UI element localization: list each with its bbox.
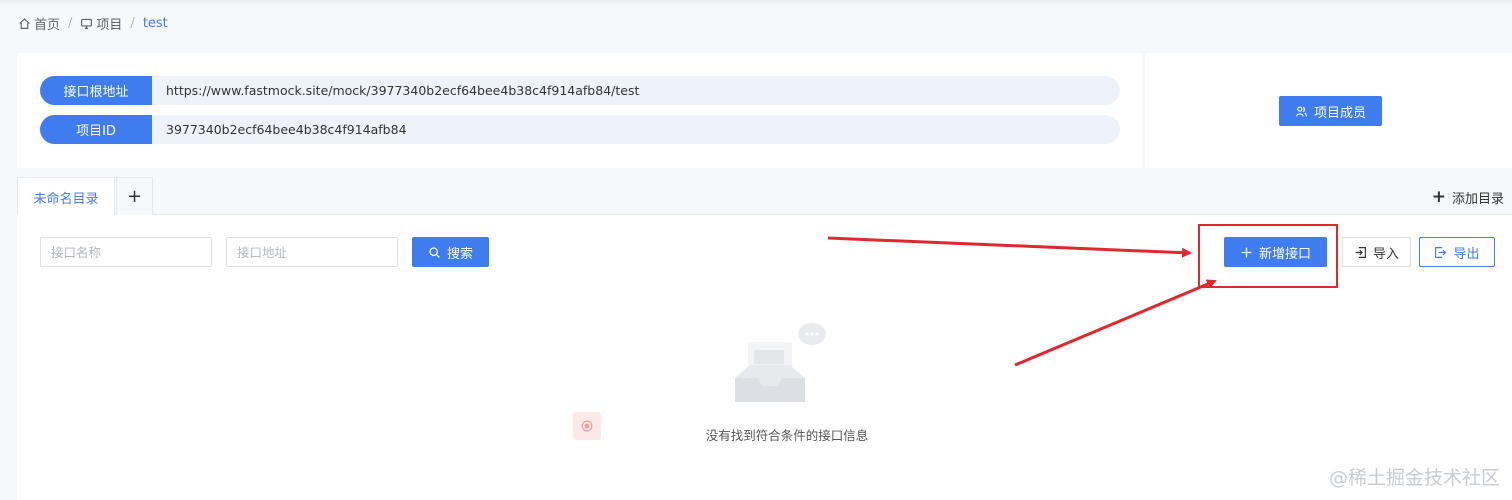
api-list-panel: 搜索 新增接口 导入 导出 没有找到符合条件的接口信息 (17, 215, 1512, 500)
plus-icon (1241, 247, 1252, 257)
search-icon (429, 246, 440, 258)
import-icon (1355, 246, 1366, 258)
add-directory-label: 添加目录 (1451, 191, 1504, 207)
tab-unnamed-directory[interactable]: 未命名目录 (17, 177, 115, 216)
users-icon (1296, 105, 1307, 117)
members-card: 项目成员 (1145, 53, 1512, 168)
directory-tabs: 未命名目录 + + 添加目录 (17, 177, 1512, 216)
root-url-label: 接口根地址 (40, 76, 152, 105)
breadcrumb: 首页 / 项目 / test (18, 14, 168, 33)
breadcrumb-project-label: 项目 (96, 17, 123, 33)
breadcrumb-current: test (142, 15, 168, 31)
breadcrumb-home[interactable]: 首页 (18, 14, 60, 33)
project-members-button[interactable]: 项目成员 (1279, 96, 1382, 126)
add-tab-button[interactable]: + (116, 177, 153, 215)
search-label: 搜索 (446, 246, 473, 262)
record-icon (581, 420, 593, 432)
project-id-label: 项目ID (40, 115, 152, 144)
watermark: @稀土掘金技术社区 (1328, 467, 1500, 489)
empty-inbox-icon (735, 323, 826, 402)
project-members-label: 项目成员 (1313, 105, 1366, 121)
breadcrumb-project[interactable]: 项目 (80, 14, 122, 33)
breadcrumb-separator: / (68, 15, 73, 31)
project-id-row: 项目ID 3977340b2ecf64bee4b38c4f914afb84 (40, 115, 1120, 144)
empty-state-message: 没有找到符合条件的接口信息 (705, 428, 869, 443)
root-url-row: 接口根地址 https://www.fastmock.site/mock/397… (40, 76, 1120, 105)
project-info-card: 接口根地址 https://www.fastmock.site/mock/397… (17, 53, 1142, 168)
new-api-button[interactable]: 新增接口 (1224, 237, 1327, 267)
floating-badge (573, 412, 601, 440)
monitor-icon (81, 18, 93, 29)
plus-icon: + (1431, 187, 1446, 207)
import-label: 导入 (1372, 246, 1399, 262)
api-path-input[interactable] (226, 237, 398, 267)
search-button[interactable]: 搜索 (412, 237, 489, 267)
export-icon (1435, 246, 1447, 258)
breadcrumb-home-label: 首页 (34, 17, 61, 33)
api-name-input[interactable] (40, 237, 212, 267)
add-directory-button[interactable]: + 添加目录 (1432, 187, 1504, 207)
home-icon (19, 17, 30, 29)
top-shadow (0, 0, 1512, 4)
import-button[interactable]: 导入 (1342, 237, 1411, 267)
export-button[interactable]: 导出 (1419, 237, 1495, 267)
export-label: 导出 (1453, 246, 1480, 262)
new-api-label: 新增接口 (1258, 246, 1311, 262)
project-id-value: 3977340b2ecf64bee4b38c4f914afb84 (166, 122, 407, 137)
root-url-value: https://www.fastmock.site/mock/3977340b2… (166, 83, 640, 98)
breadcrumb-separator: / (130, 15, 135, 31)
